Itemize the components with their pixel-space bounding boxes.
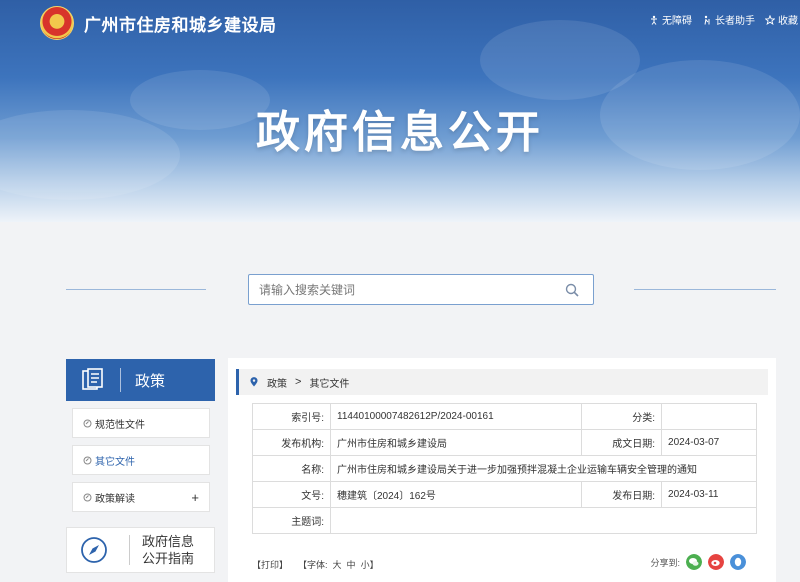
sidebar-heading-divider — [120, 368, 121, 392]
page-title: 政府信息公开 — [256, 108, 544, 157]
guide-divider — [129, 535, 130, 565]
wechat-share-icon[interactable] — [686, 554, 702, 570]
accessibility-label: 无障碍 — [662, 16, 692, 27]
weibo-share-icon[interactable] — [708, 554, 724, 570]
created-date-label: 成文日期: — [581, 429, 663, 456]
sidebar-item-label: 规范性文件 — [95, 419, 145, 431]
elder-helper-label: 长者助手 — [715, 16, 755, 27]
table-row: 主题词: — [252, 507, 757, 534]
search-box — [248, 274, 594, 305]
elder-helper-link[interactable]: 长者助手 — [702, 12, 755, 27]
doc-number-label: 文号: — [252, 481, 331, 508]
created-date-value: 2024-03-07 — [661, 429, 757, 456]
document-stack-icon — [82, 368, 103, 390]
sidebar-item-label: 其它文件 — [95, 456, 135, 468]
elder-helper-icon — [704, 15, 710, 25]
sidebar-item-normative[interactable]: 规范性文件 — [72, 408, 210, 438]
table-row: 发布机构: 广州市住房和城乡建设局 成文日期: 2024-03-07 — [252, 429, 757, 456]
publisher-label: 发布机构: — [252, 429, 331, 456]
table-row: 名称: 广州市住房和城乡建设局关于进一步加强预拌混凝土企业运输车辆安全管理的通知 — [252, 455, 757, 482]
document-info-table: 索引号: 11440100007482612P/2024-00161 分类: 发… — [252, 403, 757, 534]
expand-plus-icon[interactable]: + — [191, 490, 199, 505]
disclosure-guide-link[interactable]: 政府信息公开指南 — [66, 527, 215, 573]
link-bullet-icon — [83, 419, 92, 427]
sidebar-heading: 政策 — [66, 359, 215, 401]
font-size-controls: 【字体: 大 中 小】 — [298, 558, 379, 571]
share-label: 分享到: — [650, 557, 680, 568]
content-panel: 政策 > 其它文件 索引号: 11440100007482612P/2024-0… — [228, 358, 776, 582]
share-bar: 分享到: — [650, 554, 746, 570]
search-divider-left — [66, 289, 206, 290]
publisher-value: 广州市住房和城乡建设局 — [329, 429, 583, 456]
font-size-label: 【字体: — [298, 560, 328, 570]
breadcrumb: 政策 > 其它文件 — [236, 369, 768, 395]
national-emblem-icon — [40, 6, 74, 40]
search-input[interactable] — [259, 281, 549, 299]
top-links: 无障碍 长者助手 收藏 — [649, 12, 798, 27]
search-divider-right — [634, 289, 776, 290]
sidebar-heading-label: 政策 — [135, 372, 166, 390]
subject-label: 主题词: — [252, 507, 331, 534]
accessibility-link[interactable]: 无障碍 — [649, 12, 692, 27]
link-bullet-icon — [83, 456, 92, 464]
sidebar-item-interpretation[interactable]: 政策解读 + — [72, 482, 210, 512]
name-value: 广州市住房和城乡建设局关于进一步加强预拌混凝土企业运输车辆安全管理的通知 — [330, 455, 757, 482]
font-large-button[interactable]: 大 — [333, 558, 342, 571]
category-value — [661, 403, 757, 430]
published-date-value: 2024-03-11 — [661, 481, 757, 508]
subject-value — [330, 507, 757, 534]
page-tools: 【打印】 【字体: 大 中 小】 — [252, 558, 379, 571]
accessibility-icon — [651, 15, 657, 25]
site-logo[interactable]: 广州市住房和城乡建设局 — [40, 6, 277, 40]
font-medium-button[interactable]: 中 — [347, 558, 356, 571]
star-icon — [765, 14, 775, 25]
sidebar-item-other[interactable]: 其它文件 — [72, 445, 210, 475]
breadcrumb-separator: > — [295, 376, 302, 388]
sidebar-item-label: 政策解读 — [95, 493, 135, 505]
index-label: 索引号: — [252, 403, 331, 430]
font-small-button[interactable]: 小】 — [361, 558, 379, 571]
favorite-label: 收藏 — [778, 16, 798, 27]
guide-label: 政府信息公开指南 — [142, 534, 195, 566]
category-label: 分类: — [581, 403, 663, 430]
link-bullet-icon — [83, 493, 92, 501]
compass-icon — [81, 537, 107, 563]
print-button[interactable]: 【打印】 — [252, 558, 288, 571]
doc-number-value: 穗建筑〔2024〕162号 — [329, 481, 583, 508]
qq-share-icon[interactable] — [730, 554, 746, 570]
name-label: 名称: — [252, 455, 331, 482]
header-banner: 广州市住房和城乡建设局 无障碍 长者助手 收藏 政府信息公开 — [0, 0, 800, 222]
index-value: 11440100007482612P/2024-00161 — [329, 403, 583, 430]
favorite-link[interactable]: 收藏 — [765, 12, 798, 27]
location-pin-icon — [250, 377, 258, 387]
table-row: 文号: 穗建筑〔2024〕162号 发布日期: 2024-03-11 — [252, 481, 757, 508]
breadcrumb-root[interactable]: 政策 — [267, 375, 287, 390]
breadcrumb-current[interactable]: 其它文件 — [309, 375, 349, 390]
published-date-label: 发布日期: — [581, 481, 663, 508]
search-icon[interactable] — [565, 283, 579, 297]
table-row: 索引号: 11440100007482612P/2024-00161 分类: — [252, 403, 757, 430]
site-title: 广州市住房和城乡建设局 — [84, 15, 277, 35]
